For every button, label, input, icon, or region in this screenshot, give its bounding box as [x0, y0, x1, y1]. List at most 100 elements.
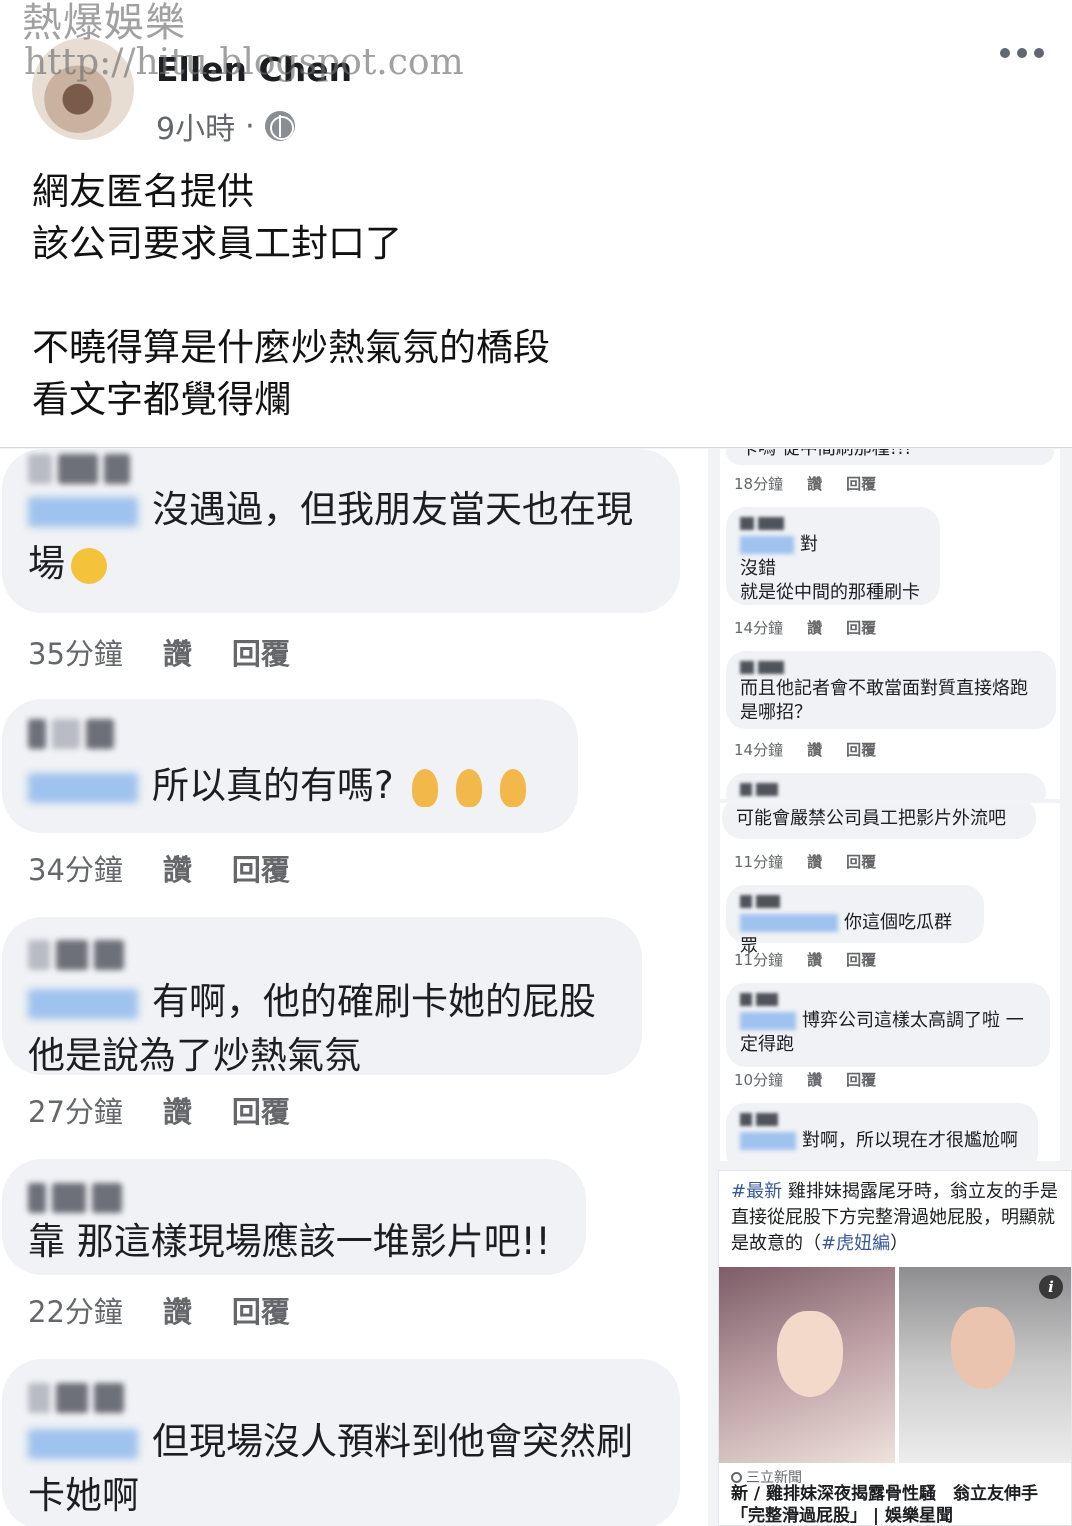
meta-separator: · — [245, 108, 255, 144]
comment-actions: 11分鐘 讚 回覆 — [734, 851, 876, 872]
reply-button[interactable]: 回覆 — [846, 617, 876, 638]
comment-actions: 11分鐘 讚 回覆 — [734, 949, 876, 970]
comment-actions: 14分鐘 讚 回覆 — [734, 617, 876, 638]
post-line: 該公司要求員工封口了 — [32, 222, 402, 265]
comment-text: 所以真的有嗎? — [28, 759, 554, 813]
blurred-commenter-name — [740, 781, 1030, 797]
post-time[interactable]: 9小時 — [156, 104, 235, 148]
watermark-url: http://hitu.blogspot.com — [24, 42, 464, 83]
more-options-icon[interactable] — [1000, 48, 1044, 58]
comment-bubble: 對 沒錯 就是從中間的那種刷卡 — [726, 507, 940, 605]
comment-bubble-cut — [726, 773, 1046, 799]
ear-emoji-icon — [455, 768, 482, 807]
news-caption: #最新 雞排妹揭露尾牙時，翁立友的手是直接從屁股下方完整滑過她屁股，明顯就是故意… — [731, 1181, 1058, 1254]
comment-bubble: 沒遇過，但我朋友當天也在現 場 — [2, 449, 680, 613]
facebook-post: 熱爆娛樂 http://hitu.blogspot.com Ellen Chen… — [0, 0, 1072, 448]
reply-button[interactable]: 回覆 — [232, 631, 290, 673]
comment-text: 對啊，所以現在才很尷尬啊 — [802, 1130, 1018, 1151]
laughing-emoji-icon — [71, 547, 107, 584]
comment-time[interactable]: 11分鐘 — [734, 949, 783, 970]
comment-text: 就是從中間的那種刷卡 — [740, 582, 920, 603]
info-icon[interactable]: i — [1039, 1275, 1063, 1299]
post-line: 看文字都覺得爛 — [32, 378, 291, 421]
comment-bubble: 但現場沒人預料到他會突然刷 卡她啊 — [2, 1359, 680, 1526]
comment-bubble: 你這個吃瓜群眾 — [726, 885, 984, 957]
reply-button[interactable]: 回覆 — [232, 1089, 290, 1131]
comment-screenshot-right-top: 卡嗎 從中間刷那種!!! 18分鐘 讚 回覆 對 沒錯 就是從中間的那種刷卡 1… — [720, 449, 1060, 799]
blurred-commenter-name — [28, 699, 554, 749]
comment-time[interactable]: 11分鐘 — [734, 851, 783, 872]
comment-time[interactable]: 14分鐘 — [734, 739, 783, 760]
comment-time[interactable]: 14分鐘 — [734, 617, 783, 638]
blurred-tag — [740, 1132, 796, 1150]
like-button[interactable]: 讚 — [163, 847, 192, 889]
blurred-commenter-name — [740, 991, 1034, 1007]
comment-text: 有啊，他的確刷卡她的屁股 — [28, 975, 618, 1029]
comment-text-continued: 卡她啊 — [28, 1474, 139, 1517]
comment-text: 而且他記者會不敢當面對質直接烙跑 — [740, 678, 1028, 699]
blurred-commenter-name — [740, 893, 968, 909]
blurred-commenter-name — [740, 1111, 1022, 1127]
comment-bubble: 所以真的有嗎? — [2, 699, 578, 833]
comment-bubble-cut: 卡嗎 從中間刷那種!!! — [726, 449, 1054, 465]
ear-emoji-icon — [499, 768, 526, 807]
blurred-commenter-name — [28, 1359, 656, 1415]
reply-button[interactable]: 回覆 — [846, 739, 876, 760]
comment-text: 是哪招？ — [740, 702, 812, 723]
shared-news-card[interactable]: #最新 雞排妹揭露尾牙時，翁立友的手是直接從屁股下方完整滑過她屁股，明顯就是故意… — [718, 1170, 1072, 1526]
globe-icon[interactable] — [264, 111, 295, 141]
comment-time[interactable]: 27分鐘 — [28, 1089, 123, 1131]
hashtag-link[interactable]: #虎妞編 — [821, 1233, 890, 1254]
comment-actions: 18分鐘 讚 回覆 — [734, 473, 876, 494]
like-button[interactable]: 讚 — [807, 739, 822, 760]
comment-time[interactable]: 22分鐘 — [28, 1289, 123, 1331]
comment-text-continued: 場 — [28, 542, 65, 585]
like-button[interactable]: 讚 — [163, 1289, 192, 1331]
comment-text: 可能會嚴禁公司員工把影片外流吧 — [736, 808, 1006, 829]
comment-actions: 14分鐘 讚 回覆 — [734, 739, 876, 760]
comment-bubble: 可能會嚴禁公司員工把影片外流吧 — [722, 803, 1036, 839]
reply-button[interactable]: 回覆 — [846, 949, 876, 970]
photo-woman — [719, 1267, 895, 1463]
news-title[interactable]: 新 / 雞排妹深夜揭露骨性騷 翁立友伸手「完整滑過屁股」 | 娛樂星聞 — [731, 1483, 1067, 1525]
post-body: 網友匿名提供 該公司要求員工封口了 不曉得算是什麼炒熱氣氛的橋段 看文字都覺得爛 — [32, 166, 550, 426]
comment-text: 卡嗎 從中間刷那種!!! — [740, 449, 911, 459]
comment-text: 沒錯 — [740, 558, 776, 579]
comment-text: 對 — [800, 534, 818, 555]
comment-text: 但現場沒人預料到他會突然刷 — [28, 1415, 656, 1469]
comment-time[interactable]: 10分鐘 — [734, 1069, 783, 1090]
like-button[interactable]: 讚 — [807, 473, 822, 494]
blurred-tag — [28, 1428, 138, 1459]
post-line: 不曉得算是什麼炒熱氣氛的橋段 — [32, 326, 550, 369]
ear-emoji-icon — [411, 768, 438, 807]
reply-button[interactable]: 回覆 — [232, 847, 290, 889]
blurred-tag — [740, 536, 794, 554]
reply-button[interactable]: 回覆 — [846, 851, 876, 872]
blurred-tag — [740, 914, 838, 932]
comment-bubble: 有啊，他的確刷卡她的屁股 他是說為了炒熱氣氛 — [2, 917, 642, 1077]
comment-time[interactable]: 35分鐘 — [28, 631, 123, 673]
blurred-commenter-name — [740, 659, 1040, 675]
comment-actions: 10分鐘 讚 回覆 — [734, 1069, 876, 1090]
like-button[interactable]: 讚 — [807, 617, 822, 638]
comment-actions: 34分鐘 讚 回覆 — [28, 847, 290, 889]
watermark: 熱爆娛樂 http://hitu.blogspot.com — [22, 2, 464, 82]
like-button[interactable]: 讚 — [163, 631, 192, 673]
comment-text: 靠 那這樣現場應該一堆影片吧!! — [28, 1220, 551, 1263]
like-button[interactable]: 讚 — [163, 1089, 192, 1131]
comment-time[interactable]: 18分鐘 — [734, 473, 783, 494]
like-button[interactable]: 讚 — [807, 851, 822, 872]
reply-button[interactable]: 回覆 — [232, 1289, 290, 1331]
comment-time[interactable]: 34分鐘 — [28, 847, 123, 889]
like-button[interactable]: 讚 — [807, 1069, 822, 1090]
reply-button[interactable]: 回覆 — [846, 473, 876, 494]
hashtag-link[interactable]: #最新 — [731, 1181, 782, 1202]
blurred-commenter-name — [28, 1159, 562, 1215]
blurred-commenter-name — [28, 449, 656, 484]
news-thumbnail[interactable]: i — [719, 1267, 1071, 1463]
blurred-commenter-name — [740, 515, 924, 531]
blurred-tag — [28, 496, 138, 527]
comment-actions: 35分鐘 讚 回覆 — [28, 631, 290, 673]
reply-button[interactable]: 回覆 — [846, 1069, 876, 1090]
like-button[interactable]: 讚 — [807, 949, 822, 970]
